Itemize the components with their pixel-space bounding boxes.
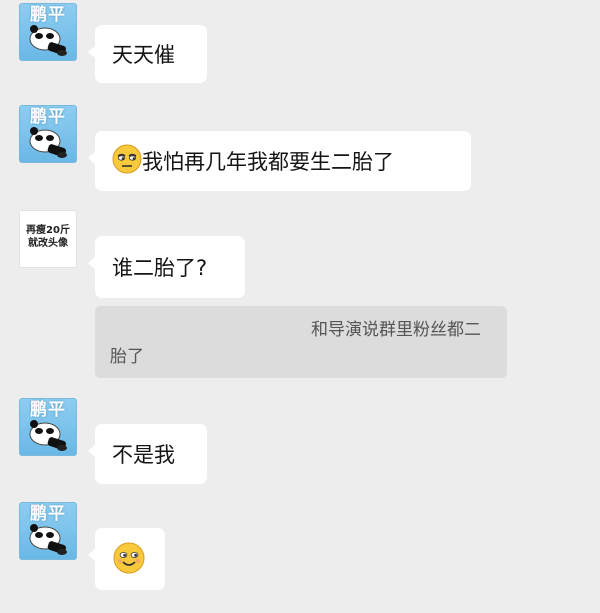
message-bubble[interactable]: 天天催 [88, 25, 207, 83]
panda-icon [29, 524, 67, 555]
message-text: 我怕再几年我都要生二胎了 [142, 150, 394, 174]
unamused-face-icon [112, 144, 142, 174]
avatar[interactable]: 鹏平 [19, 105, 77, 163]
avatar-text: 再瘦20斤 就改头像 [26, 225, 70, 249]
smiling-face-icon [113, 542, 145, 574]
message-bubble[interactable] [88, 528, 165, 590]
chat-window: 鹏平 天天催 鹏平 我怕再几年我都要生二胎了 再瘦20斤 就改头像 谁二胎了? … [0, 0, 600, 613]
panda-icon [29, 127, 67, 158]
message-bubble[interactable]: 我怕再几年我都要生二胎了 [88, 131, 471, 191]
avatar[interactable]: 鹏平 [19, 398, 77, 456]
message-bubble[interactable]: 不是我 [88, 424, 207, 484]
quote-line: 和导演说群里粉丝都二 [311, 320, 481, 340]
avatar[interactable]: 鹏平 [19, 3, 77, 61]
message-bubble[interactable]: 谁二胎了? [88, 236, 245, 298]
message-text: 天天催 [112, 43, 175, 67]
quoted-message[interactable]: 和导演说群里粉丝都二 胎了 [95, 306, 507, 378]
avatar[interactable]: 鹏平 [19, 502, 77, 560]
message-text: 谁二胎了? [112, 256, 208, 280]
message-text: 不是我 [112, 443, 175, 467]
panda-icon [29, 25, 67, 56]
avatar[interactable]: 再瘦20斤 就改头像 [19, 210, 77, 268]
panda-icon [29, 420, 67, 451]
quote-line: 胎了 [110, 347, 144, 367]
